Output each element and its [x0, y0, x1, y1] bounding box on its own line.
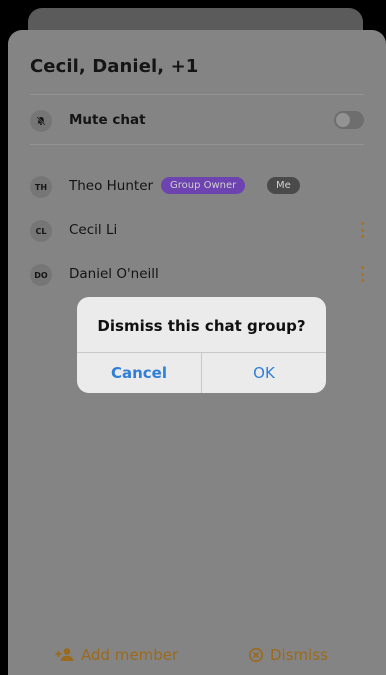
member-name: Daniel O'neill — [69, 266, 159, 282]
more-vertical-icon[interactable] — [357, 264, 367, 284]
divider — [30, 94, 364, 95]
mute-chat-toggle[interactable] — [334, 111, 364, 129]
add-member-label: Add member — [81, 646, 179, 664]
bell-slash-icon — [30, 110, 52, 132]
member-row[interactable]: CL Cecil Li — [30, 220, 370, 250]
add-member-button[interactable]: Add member — [55, 646, 178, 664]
add-person-icon — [55, 648, 74, 661]
dismiss-label: Dismiss — [270, 646, 328, 664]
mute-chat-label: Mute chat — [69, 112, 146, 128]
mute-chat-row[interactable]: Mute chat — [30, 110, 370, 140]
me-badge: Me — [267, 177, 300, 194]
member-name: Cecil Li — [69, 222, 118, 238]
member-row[interactable]: TH Theo Hunter Group Owner Me — [30, 176, 370, 206]
more-vertical-icon[interactable] — [357, 220, 367, 240]
avatar: DO — [30, 264, 52, 286]
ok-button[interactable]: OK — [202, 353, 326, 393]
dismiss-confirm-dialog: Dismiss this chat group? Cancel OK — [77, 297, 326, 393]
circle-x-icon — [248, 647, 264, 663]
footer-actions: Add member Dismiss — [8, 646, 386, 670]
group-owner-badge: Group Owner — [161, 177, 246, 194]
avatar: CL — [30, 220, 52, 242]
member-name: Theo Hunter — [69, 178, 154, 194]
screen: Cecil, Daniel, +1 Mute chat TH Theo Hunt… — [0, 0, 386, 675]
divider — [30, 144, 364, 145]
cancel-button[interactable]: Cancel — [77, 353, 201, 393]
avatar: TH — [30, 176, 52, 198]
dialog-title: Dismiss this chat group? — [97, 317, 306, 335]
toggle-knob — [336, 113, 350, 127]
member-row[interactable]: DO Daniel O'neill — [30, 264, 370, 294]
dismiss-button[interactable]: Dismiss — [248, 646, 328, 664]
page-title: Cecil, Daniel, +1 — [30, 56, 199, 77]
